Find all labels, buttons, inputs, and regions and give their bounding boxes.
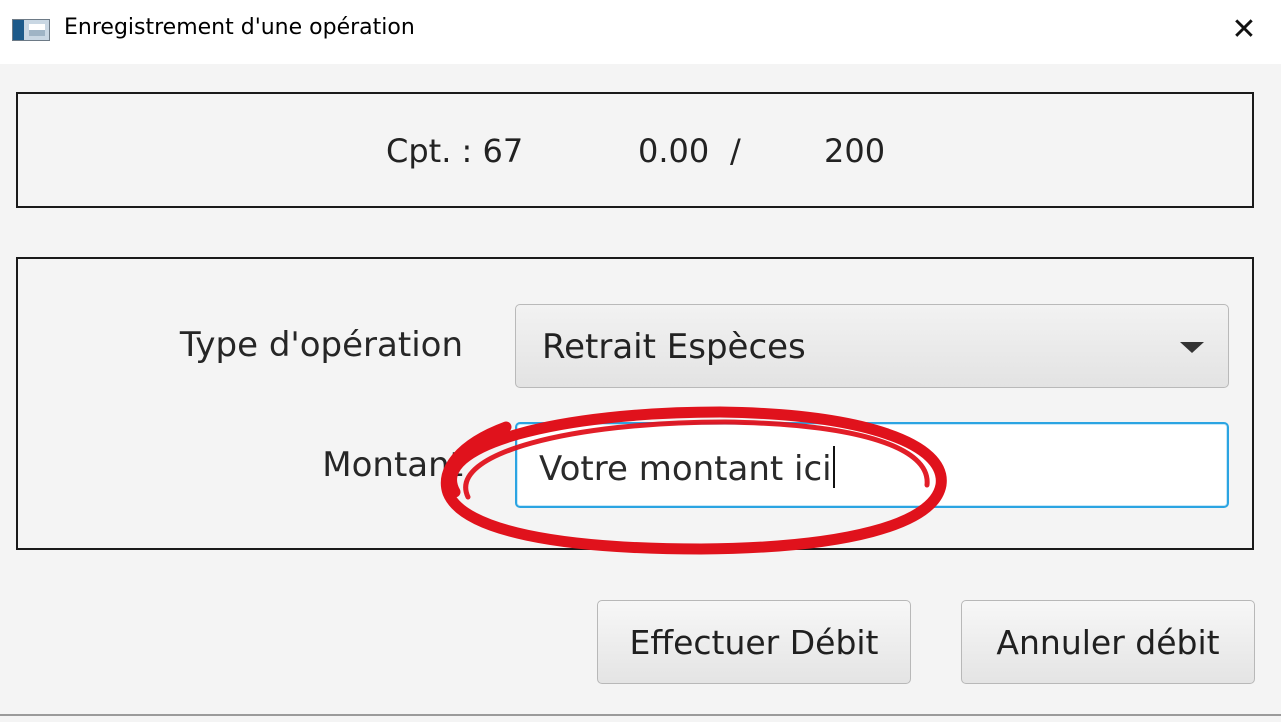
current-balance: 0.00 <box>638 132 710 170</box>
operation-type-label: Type d'opération <box>179 325 463 365</box>
effectuer-debit-button[interactable]: Effectuer Débit <box>597 600 911 684</box>
operation-type-select[interactable]: Retrait Espèces <box>515 304 1229 388</box>
amount-input-text: Votre montant ici <box>539 446 835 489</box>
annuler-debit-button[interactable]: Annuler débit <box>961 600 1255 684</box>
title-bar: Enregistrement d'une opération ✕ <box>0 0 1281 64</box>
dialog-window: Enregistrement d'une opération ✕ Cpt. : … <box>0 0 1281 722</box>
overdraft-limit: 200 <box>824 132 886 170</box>
amount-input-value: Votre montant ici <box>539 449 832 489</box>
text-cursor <box>832 446 835 488</box>
account-number: Cpt. : 67 <box>386 132 524 170</box>
close-button[interactable]: ✕ <box>1218 6 1270 52</box>
amount-label: Montant <box>322 445 463 485</box>
operation-type-value: Retrait Espèces <box>542 327 806 367</box>
chevron-down-icon <box>1180 342 1204 353</box>
window-title: Enregistrement d'une opération <box>64 15 415 40</box>
operation-form: Type d'opération Retrait Espèces Montant… <box>16 257 1254 550</box>
account-info-panel: Cpt. : 67 0.00 / 200 <box>16 92 1254 208</box>
balance-separator: / <box>730 132 741 170</box>
window-bottom-border <box>0 714 1281 716</box>
amount-input[interactable]: Votre montant ici <box>515 422 1229 508</box>
app-window-icon <box>12 19 50 41</box>
